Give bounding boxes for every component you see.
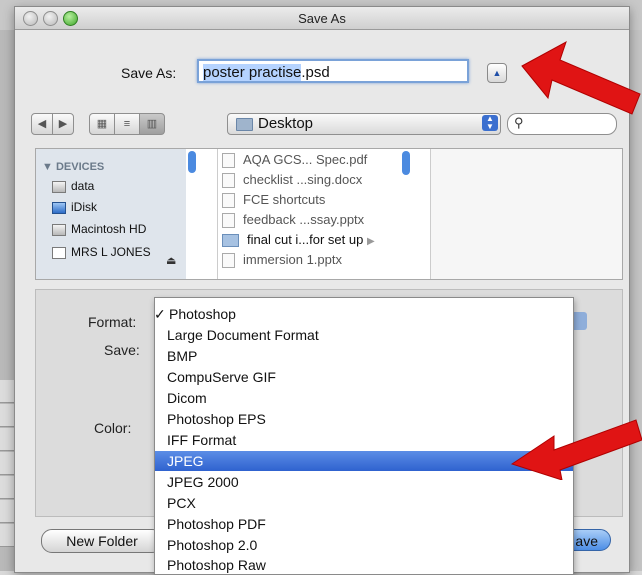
file-column: AQA GCS... Spec.pdf checklist ...sing.do… xyxy=(217,149,428,279)
back-button[interactable]: ◀ xyxy=(31,113,53,135)
hard-drive-icon xyxy=(52,223,66,236)
checkmark-icon: ✓ xyxy=(154,306,166,322)
idisk-icon xyxy=(52,201,66,214)
sidebar-item-mrs-l-jones[interactable]: MRS L JONES xyxy=(52,245,151,259)
sidebar-item-macintosh-hd[interactable]: Macintosh HD xyxy=(52,222,146,236)
menu-item[interactable]: Large Document Format xyxy=(155,325,573,345)
drive-icon xyxy=(52,246,66,259)
sidebar-item-data[interactable]: data xyxy=(52,179,94,193)
expand-dialog-button[interactable]: ▲ xyxy=(487,63,507,83)
menu-item[interactable]: PCX xyxy=(155,493,573,513)
menu-item-photoshop[interactable]: ✓ Photoshop xyxy=(154,304,573,324)
document-icon xyxy=(222,193,235,209)
window-title: Save As xyxy=(298,11,346,26)
sidebar: ▼ DEVICES data iDisk Macintosh HD MRS L … xyxy=(36,149,196,279)
red-arrow-annotation-bottom xyxy=(510,419,642,480)
document-icon xyxy=(222,253,235,269)
menu-item[interactable]: CompuServe GIF xyxy=(155,367,573,387)
folder-icon xyxy=(236,118,253,131)
chevron-left-icon: ◀ xyxy=(37,118,47,130)
format-label: Format: xyxy=(88,314,137,330)
file-column-scrollbar[interactable] xyxy=(402,151,410,175)
chevron-right-icon: ▶ xyxy=(58,118,68,130)
triangle-up-icon: ▲ xyxy=(492,68,502,78)
list-item[interactable]: checklist ...sing.docx xyxy=(222,172,362,189)
list-item[interactable]: FCE shortcuts xyxy=(222,192,325,209)
sidebar-scrollbar[interactable] xyxy=(188,151,196,173)
columns-icon: ▥ xyxy=(146,118,158,130)
sidebar-header: ▼ DEVICES xyxy=(42,161,105,173)
forward-button[interactable]: ▶ xyxy=(52,113,74,135)
document-icon xyxy=(222,153,235,169)
list-item[interactable]: final cut i...for set up ▶ xyxy=(222,232,375,248)
folder-icon xyxy=(222,234,239,248)
grid-icon: ▦ xyxy=(96,118,108,130)
sidebar-item-idisk[interactable]: iDisk xyxy=(52,200,97,214)
disclosure-arrow-icon: ▶ xyxy=(366,236,375,247)
updown-arrows-icon: ▲ ▼ xyxy=(482,115,498,131)
save-label: Save: xyxy=(104,342,140,358)
menu-item[interactable]: Photoshop 2.0 xyxy=(155,535,573,555)
document-icon xyxy=(222,173,235,189)
preview-column xyxy=(430,149,622,279)
save-as-label: Save As: xyxy=(121,65,177,81)
filename-input[interactable]: poster practise.psd xyxy=(197,59,469,83)
title-bar: Save As xyxy=(15,7,629,30)
menu-item[interactable]: Photoshop PDF xyxy=(155,514,573,534)
document-icon xyxy=(222,213,235,229)
file-browser: ▼ DEVICES data iDisk Macintosh HD MRS L … xyxy=(35,148,623,280)
menu-item[interactable]: BMP xyxy=(155,346,573,366)
hard-drive-icon xyxy=(52,180,66,193)
list-view-button[interactable]: ≡ xyxy=(114,113,140,135)
location-label: Desktop xyxy=(258,115,314,132)
list-item[interactable]: AQA GCS... Spec.pdf xyxy=(222,152,367,169)
menu-item[interactable]: Photoshop Raw xyxy=(155,555,573,573)
filename-extension: .psd xyxy=(301,64,330,81)
list-icon: ≡ xyxy=(123,118,131,130)
color-label: Color: xyxy=(94,420,132,436)
filename-selected-text: poster practise xyxy=(203,64,302,81)
new-folder-button[interactable]: New Folder xyxy=(41,529,163,553)
column-view-button[interactable]: ▥ xyxy=(139,113,165,135)
list-item[interactable]: feedback ...ssay.pptx xyxy=(222,212,364,229)
red-arrow-annotation-top xyxy=(521,40,641,115)
icon-view-button[interactable]: ▦ xyxy=(89,113,115,135)
eject-icon[interactable]: ⏏ xyxy=(166,254,176,267)
location-popup[interactable]: Desktop ▲ ▼ xyxy=(227,113,501,135)
list-item[interactable]: immersion 1.pptx xyxy=(222,252,342,269)
